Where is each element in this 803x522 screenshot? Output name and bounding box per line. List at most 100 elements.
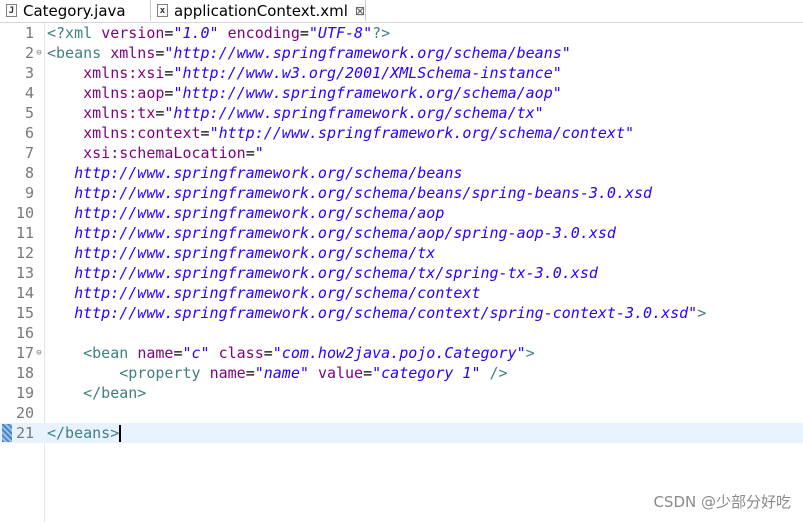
line-number: 2 [24, 44, 34, 62]
code-line[interactable]: 13 http://www.springframework.org/schema… [0, 263, 803, 283]
xml-value: "1.0" [173, 24, 219, 42]
editor-tab-bar: J Category.java x applicationContext.xml… [0, 0, 803, 23]
xml-tag: > [525, 344, 535, 362]
code-line[interactable]: 20 [0, 403, 803, 423]
code-line[interactable]: 6 xmlns:context="http://www.springframew… [0, 123, 803, 143]
code-text: http://www.springframework.org/schema/co… [47, 283, 480, 303]
plain-text [47, 244, 74, 262]
code-line[interactable]: 1 <?xml version="1.0" encoding="UTF-8"?> [0, 23, 803, 43]
xml-attribute: version [101, 24, 165, 42]
line-number: 19 [15, 384, 34, 402]
plain-text [481, 364, 490, 382]
xml-value: http://www.springframework.org/schema/tx… [74, 264, 598, 282]
line-number: 7 [24, 144, 34, 162]
code-editor[interactable]: 1 <?xml version="1.0" encoding="UTF-8"?> 2… [0, 23, 803, 522]
code-text: <property name="name" value="category 1"… [47, 363, 508, 383]
plain-text: = [299, 24, 309, 42]
plain-text [210, 344, 219, 362]
code-line[interactable]: 21 </beans> [0, 423, 803, 443]
code-line[interactable]: 8 http://www.springframework.org/schema/… [0, 163, 803, 183]
code-line[interactable]: 5 xmlns:tx="http://www.springframework.o… [0, 103, 803, 123]
plain-text [47, 144, 83, 162]
plain-text [47, 364, 119, 382]
code-text: </beans> [47, 423, 122, 443]
code-line[interactable]: 10 http://www.springframework.org/schema… [0, 203, 803, 223]
tab-category-java[interactable]: J Category.java [0, 0, 144, 21]
line-number: 13 [15, 264, 34, 282]
xml-tag: <beans [47, 44, 111, 62]
code-text: <beans xmlns="http://www.springframework… [47, 43, 571, 63]
line-number: 1 [24, 24, 34, 42]
code-line[interactable]: 4 xmlns:aop="http://www.springframework.… [0, 83, 803, 103]
plain-text [47, 284, 74, 302]
plain-text [47, 104, 83, 122]
code-text: http://www.springframework.org/schema/ao… [47, 223, 616, 243]
xml-value: http://www.springframework.org/schema/co… [74, 284, 481, 302]
code-text: http://www.springframework.org/schema/co… [47, 303, 706, 323]
xml-attribute: value [317, 364, 364, 382]
xml-value: "name" [254, 364, 309, 382]
plain-text [47, 164, 74, 182]
tab-label: Category.java [23, 1, 126, 20]
watermark: CSDN @少部分好吃 [653, 493, 791, 511]
line-number: 4 [24, 84, 34, 102]
xml-attribute: xsi:schemaLocation [83, 144, 246, 162]
xml-value: "http://www.springframework.org/schema/t… [164, 104, 544, 122]
code-line[interactable]: 19 </bean> [0, 383, 803, 403]
plain-text [309, 364, 318, 382]
xml-tag: </bean> [83, 384, 147, 402]
code-text: http://www.springframework.org/schema/tx… [47, 263, 598, 283]
xml-value: "category 1" [372, 364, 481, 382]
code-line[interactable]: 7 xsi:schemaLocation=" [0, 143, 803, 163]
plain-text [47, 184, 74, 202]
line-number: 6 [24, 124, 34, 142]
plain-text: = [245, 364, 255, 382]
plain-text [47, 64, 83, 82]
code-line[interactable]: 15 http://www.springframework.org/schema… [0, 303, 803, 323]
code-line[interactable]: 3 xmlns:xsi="http://www.w3.org/2001/XMLS… [0, 63, 803, 83]
plain-text [219, 24, 228, 42]
xml-attribute: xmlns [110, 44, 156, 62]
line-number: 15 [15, 304, 34, 322]
xml-tag: /> [489, 364, 508, 382]
xml-attribute: xmlns:context [83, 124, 201, 142]
code-line[interactable]: 12 http://www.springframework.org/schema… [0, 243, 803, 263]
xml-value: http://www.springframework.org/schema/co… [74, 304, 698, 322]
line-number: 9 [24, 184, 34, 202]
line-number: 3 [24, 64, 34, 82]
xml-value: "http://www.springframework.org/schema/b… [164, 44, 571, 62]
code-line[interactable]: 17 ⊖ <bean name="c" class="com.how2java.p… [0, 343, 803, 363]
xml-tag: > [697, 304, 707, 322]
fold-toggle-icon[interactable]: ⊖ [34, 43, 44, 63]
code-line[interactable]: 16 [0, 323, 803, 343]
code-text: http://www.springframework.org/schema/tx [47, 243, 435, 263]
code-text: <bean name="c" class="com.how2java.pojo.… [47, 343, 535, 363]
xml-value: http://www.springframework.org/schema/ao… [74, 224, 616, 242]
java-file-icon: J [6, 4, 17, 17]
code-line[interactable]: 9 http://www.springframework.org/schema/… [0, 183, 803, 203]
line-number: 5 [24, 104, 34, 122]
code-line[interactable]: 2 ⊖ <beans xmlns="http://www.springframewo… [0, 43, 803, 63]
code-text: http://www.springframework.org/schema/be… [47, 183, 652, 203]
tab-application-context-xml[interactable]: x applicationContext.xml ⊠ [150, 0, 366, 21]
close-icon[interactable]: ⊠ [355, 4, 365, 18]
xml-attribute: name [209, 364, 246, 382]
xml-attribute: encoding [227, 24, 300, 42]
line-number: 20 [15, 404, 34, 422]
code-line[interactable]: 18 <property name="name" value="category… [0, 363, 803, 383]
xml-tag: <property [119, 364, 210, 382]
xml-value: " [254, 144, 264, 162]
code-line[interactable]: 11 http://www.springframework.org/schema… [0, 223, 803, 243]
xml-value: "http://www.springframework.org/schema/c… [209, 124, 635, 142]
xml-value: "com.how2java.pojo.Category" [272, 344, 526, 362]
fold-toggle-icon[interactable]: ⊖ [34, 343, 44, 363]
line-number: 10 [15, 204, 34, 222]
code-text: http://www.springframework.org/schema/ao… [47, 203, 444, 223]
xml-tag: <?xml [47, 24, 102, 42]
code-text: xmlns:context="http://www.springframewor… [47, 123, 634, 143]
plain-text [47, 264, 74, 282]
code-line[interactable]: 14 http://www.springframework.org/schema… [0, 283, 803, 303]
plain-text: = [245, 144, 255, 162]
plain-text [47, 384, 83, 402]
xml-attribute: name [137, 344, 174, 362]
